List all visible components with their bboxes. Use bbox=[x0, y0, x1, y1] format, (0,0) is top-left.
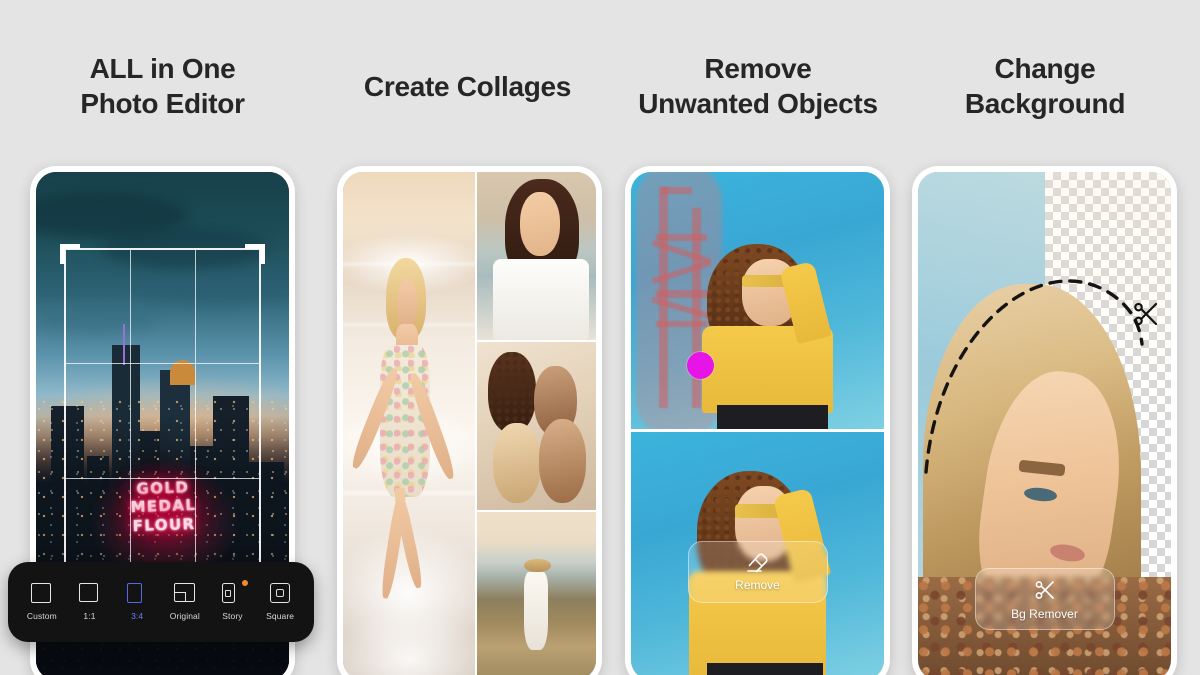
phone-mockup-remove-objects: Remove bbox=[625, 166, 890, 675]
crop-handle-top-right[interactable] bbox=[245, 244, 266, 265]
collage-cell-right-top[interactable] bbox=[476, 172, 596, 340]
white-off-shoulder-top bbox=[493, 259, 589, 340]
panel-heading-collages: Create Collages bbox=[363, 71, 572, 102]
collage-cell-left-large[interactable] bbox=[343, 172, 475, 675]
crop-original-icon bbox=[174, 583, 196, 604]
crop-ratio-toolbar[interactable]: Custom 1:1 3:4 Original Story Square bbox=[8, 562, 314, 642]
crop-option-label: Custom bbox=[26, 611, 57, 621]
phone-mockup-change-background: Bg Remover bbox=[912, 166, 1177, 675]
crop-square-fit-icon bbox=[269, 583, 291, 604]
crop-option-label: Original bbox=[169, 611, 200, 621]
collage-cell-right-middle[interactable] bbox=[476, 342, 596, 510]
crop-option-label: Story bbox=[222, 611, 243, 621]
collage-grid bbox=[343, 172, 596, 675]
woman-walking-in-surf bbox=[343, 172, 475, 675]
remove-button[interactable]: Remove bbox=[687, 540, 828, 603]
black-skirt bbox=[717, 405, 829, 429]
crop-square-icon bbox=[78, 583, 100, 604]
crop-option-story[interactable]: Story bbox=[209, 580, 255, 621]
before-after-stack: Remove bbox=[631, 172, 884, 675]
app-screen-object-removal: Remove bbox=[631, 172, 884, 675]
phone-mockup-collages bbox=[337, 166, 602, 675]
crop-option-square[interactable]: Square bbox=[257, 583, 303, 621]
crop-gridline bbox=[129, 248, 131, 594]
crop-border bbox=[63, 248, 262, 594]
panel-heading-all-in-one: ALL in One Photo Editor bbox=[80, 53, 245, 119]
collage-cell-right-bottom[interactable] bbox=[476, 512, 596, 675]
eraser-icon bbox=[746, 553, 768, 573]
crop-custom-icon bbox=[31, 583, 52, 604]
before-image[interactable] bbox=[631, 172, 884, 429]
crop-overlay[interactable] bbox=[59, 244, 266, 598]
bg-remover-button[interactable]: Bg Remover bbox=[974, 568, 1115, 631]
white-dress bbox=[524, 572, 549, 650]
crop-gridline bbox=[63, 478, 262, 480]
app-screen-bg-removal: Bg Remover bbox=[918, 172, 1171, 675]
panel-heading-change-background: Change Background bbox=[964, 53, 1126, 119]
crop-gridline bbox=[63, 363, 262, 365]
scissors-icon bbox=[1133, 302, 1157, 326]
friend-4 bbox=[538, 419, 587, 504]
collage-right-column bbox=[476, 172, 596, 675]
new-badge-dot bbox=[242, 580, 249, 586]
woman-yellow-sweater bbox=[631, 172, 884, 429]
woman-face bbox=[519, 192, 561, 256]
brush-cursor[interactable] bbox=[686, 351, 714, 379]
feature-graphic-stage: ALL in One Photo Editor Create Collages … bbox=[0, 0, 1200, 675]
crop-option-label: 3:4 bbox=[131, 611, 144, 621]
friend-1 bbox=[488, 352, 537, 433]
crop-option-original[interactable]: Original bbox=[162, 583, 208, 621]
crop-option-1-1[interactable]: 1:1 bbox=[66, 583, 112, 621]
black-skirt bbox=[706, 662, 824, 675]
scissors-icon bbox=[1035, 580, 1054, 599]
crop-option-label: Square bbox=[266, 611, 295, 621]
after-image[interactable]: Remove bbox=[631, 431, 884, 675]
crop-gridline bbox=[195, 248, 197, 594]
friend-3 bbox=[493, 422, 542, 504]
crop-option-3-4[interactable]: 3:4 bbox=[114, 583, 160, 621]
panel-heading-remove-objects: Remove Unwanted Objects bbox=[638, 53, 878, 119]
bg-removal-canvas[interactable]: Bg Remover bbox=[918, 172, 1171, 675]
remove-button-label: Remove bbox=[735, 578, 780, 593]
crop-story-icon bbox=[221, 583, 243, 604]
bg-remover-button-label: Bg Remover bbox=[1011, 606, 1078, 621]
crop-option-custom[interactable]: Custom bbox=[19, 583, 65, 621]
crop-handle-top-left[interactable] bbox=[59, 244, 80, 265]
crop-portrait-icon bbox=[126, 583, 148, 604]
crop-option-label: 1:1 bbox=[83, 611, 96, 621]
app-screen-collage bbox=[343, 172, 596, 675]
